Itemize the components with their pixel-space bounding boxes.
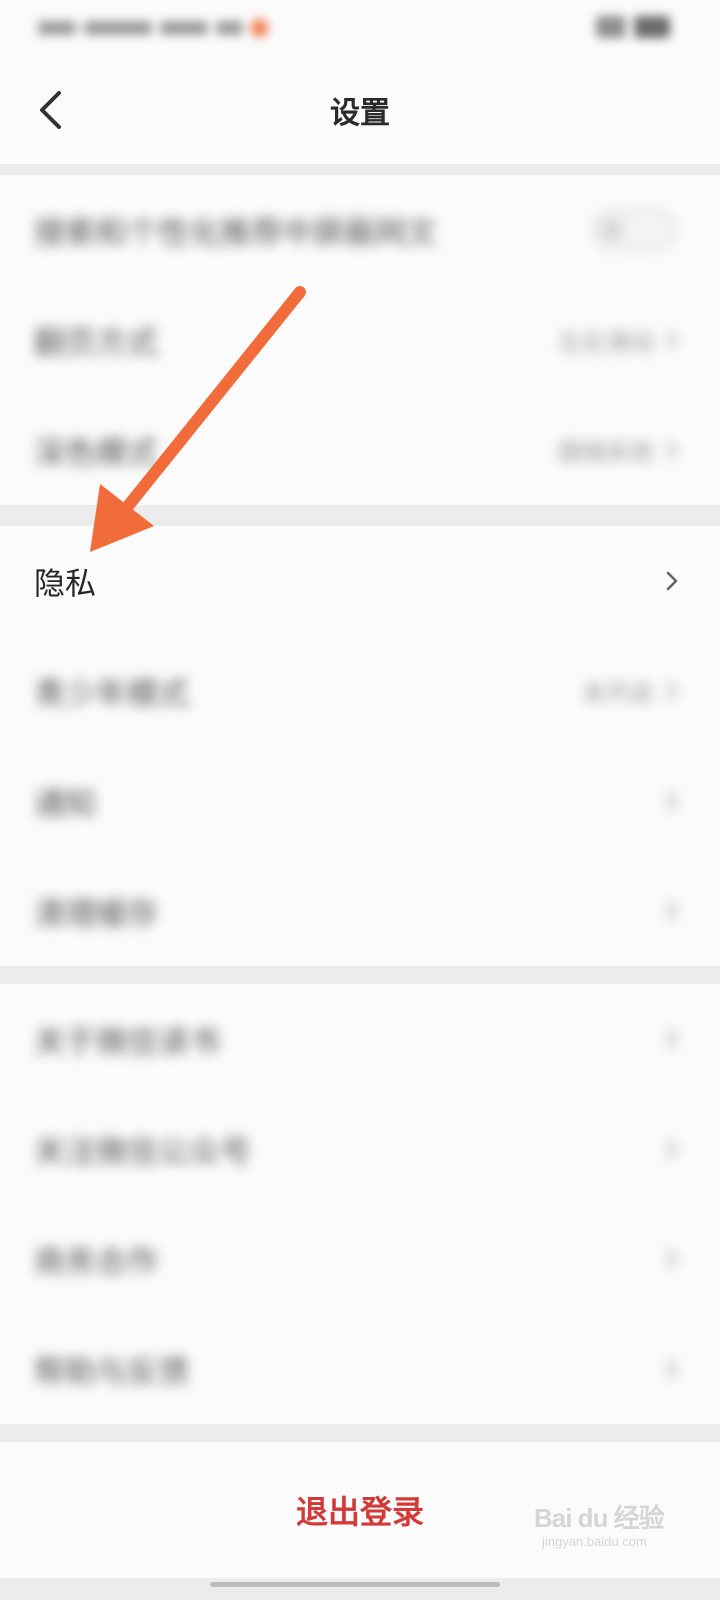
watermark-subtext: jingyan.baidu.com <box>542 1534 647 1549</box>
settings-group-3: 关于微信读书 关注微信公众号 商务合作 帮助与反馈 <box>0 984 720 1424</box>
home-indicator-pill[interactable] <box>210 1582 500 1587</box>
chevron-right-icon <box>666 901 678 921</box>
chevron-right-icon <box>666 1249 678 1269</box>
chevron-right-icon <box>666 681 678 701</box>
setting-label: 清理缓存 <box>34 896 158 933</box>
hide-web-novels-toggle[interactable] <box>592 210 676 250</box>
chevron-right-icon <box>666 1139 678 1159</box>
setting-label: 帮助与反馈 <box>34 1354 189 1391</box>
home-indicator <box>0 1578 720 1600</box>
setting-label: 关注微信公众号 <box>34 1134 251 1171</box>
settings-group-2: 隐私 青少年模式 未开启 通知 清理缓存 <box>0 526 720 966</box>
status-bar-left-blurred <box>38 14 268 42</box>
chevron-right-icon <box>666 1359 678 1379</box>
setting-label: 隐私 <box>34 566 96 603</box>
setting-label: 翻页方式 <box>34 325 158 362</box>
chevron-right-icon <box>666 1029 678 1049</box>
settings-group-1: 搜索和个性化推荐中屏蔽网文 翻页方式 左右滑动 深色模式 跟随系统 <box>0 175 720 505</box>
setting-label: 搜索和个性化推荐中屏蔽网文 <box>34 215 437 252</box>
chevron-right-icon <box>666 791 678 811</box>
setting-row-notifications[interactable]: 通知 <box>0 746 720 856</box>
setting-label: 青少年模式 <box>34 676 189 713</box>
logout-button[interactable]: 退出登录 <box>296 1487 424 1533</box>
watermark-text: Bai du 经验 <box>534 1503 665 1533</box>
setting-label: 关于微信读书 <box>34 1024 220 1061</box>
page-title: 设置 <box>330 96 390 131</box>
setting-label: 商务合作 <box>34 1244 158 1281</box>
setting-row-clear-cache[interactable]: 清理缓存 <box>0 856 720 966</box>
chevron-right-icon <box>666 440 678 460</box>
setting-row-hide-web-novels[interactable]: 搜索和个性化推荐中屏蔽网文 <box>0 175 720 285</box>
setting-row-privacy[interactable]: 隐私 <box>0 526 720 636</box>
setting-label: 通知 <box>34 786 96 823</box>
setting-value: 跟随系统 <box>558 438 654 467</box>
setting-value: 左右滑动 <box>558 328 654 357</box>
baidu-jingyan-watermark: Bai du 经验 jingyan.baidu.com <box>534 1492 670 1552</box>
setting-value: 未开启 <box>582 679 654 708</box>
notification-dot-icon <box>250 19 268 37</box>
status-bar <box>0 0 720 58</box>
setting-row-about[interactable]: 关于微信读书 <box>0 984 720 1094</box>
setting-row-page-turn[interactable]: 翻页方式 左右滑动 <box>0 285 720 395</box>
setting-row-follow-official-account[interactable]: 关注微信公众号 <box>0 1094 720 1204</box>
chevron-right-icon <box>666 571 678 591</box>
setting-row-teen-mode[interactable]: 青少年模式 未开启 <box>0 636 720 746</box>
setting-row-business[interactable]: 商务合作 <box>0 1204 720 1314</box>
chevron-right-icon <box>666 330 678 350</box>
setting-row-dark-mode[interactable]: 深色模式 跟随系统 <box>0 395 720 505</box>
setting-row-help-feedback[interactable]: 帮助与反馈 <box>0 1314 720 1424</box>
status-bar-right-blurred <box>596 16 670 38</box>
nav-bar: 设置 <box>0 58 720 165</box>
setting-label: 深色模式 <box>34 435 158 472</box>
